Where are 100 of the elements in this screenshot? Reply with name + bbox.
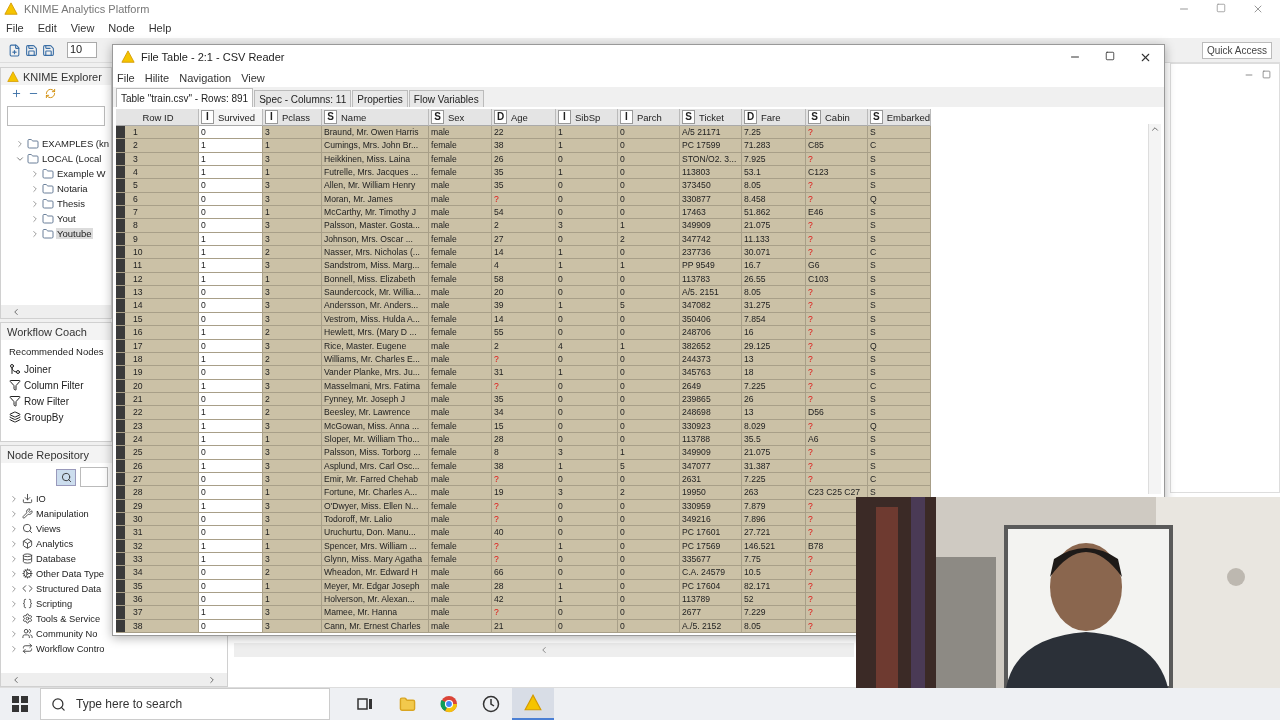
tab[interactable]: Table "train.csv" - Rows: 891 <box>116 88 254 107</box>
expand-chevron-icon[interactable] <box>9 583 19 594</box>
triangle-icon <box>524 694 542 712</box>
category-item[interactable]: Analytics <box>36 538 74 549</box>
maximize-icon[interactable] <box>1105 50 1115 61</box>
tree-item[interactable]: Example W <box>56 168 107 179</box>
column-header[interactable]: S Ticket <box>680 109 742 126</box>
expand-chevron-icon[interactable] <box>30 183 40 194</box>
scroll-up-icon[interactable] <box>1150 124 1160 134</box>
expand-chevron-icon[interactable] <box>9 568 19 579</box>
vertical-scrollbar[interactable] <box>1148 124 1161 494</box>
expand-chevron-icon[interactable] <box>9 493 19 504</box>
expand-chevron-icon[interactable] <box>30 213 40 224</box>
recommended-node[interactable]: Joiner <box>24 363 52 375</box>
expand-chevron-icon[interactable] <box>9 508 19 519</box>
save-icon[interactable] <box>42 43 55 57</box>
recommended-node[interactable]: GroupBy <box>24 411 64 423</box>
column-header[interactable]: Row ID <box>116 109 199 126</box>
table-cell: 0 <box>618 606 680 620</box>
maximize-icon[interactable] <box>1216 3 1226 13</box>
column-header[interactable]: S Sex <box>429 109 492 126</box>
row-marker <box>116 326 125 339</box>
expand-chevron-icon[interactable] <box>9 598 19 609</box>
column-header[interactable]: I Parch <box>618 109 680 126</box>
menu-item[interactable]: Navigation <box>179 72 232 84</box>
category-item[interactable]: Manipulation <box>36 508 89 519</box>
scroll-left-icon[interactable] <box>11 674 21 685</box>
expand-chevron-icon[interactable] <box>30 228 40 239</box>
tree-item[interactable]: Youtube <box>56 228 93 239</box>
row-id: 28 <box>132 486 143 499</box>
search-button[interactable] <box>56 468 76 486</box>
horizontal-scrollbar[interactable] <box>1 305 111 318</box>
category-item[interactable]: IO <box>36 493 46 504</box>
panel-title[interactable]: Node Repository <box>7 448 89 461</box>
category-item[interactable]: Community No <box>36 628 98 639</box>
search-field[interactable] <box>7 106 105 126</box>
expand-chevron-icon[interactable] <box>9 643 19 654</box>
maximize-icon[interactable] <box>1262 70 1271 79</box>
expand-chevron-icon[interactable] <box>9 553 19 564</box>
column-name: Survived <box>218 111 255 123</box>
expand-chevron-icon[interactable] <box>9 613 19 624</box>
expand-chevron-icon[interactable] <box>30 198 40 209</box>
tree-item[interactable]: EXAMPLES (kn <box>41 138 111 149</box>
category-item[interactable]: Scripting <box>36 598 73 609</box>
menu-item[interactable]: View <box>241 72 265 84</box>
table-cell: male <box>429 179 492 193</box>
refresh-icon[interactable] <box>45 88 56 99</box>
category-item[interactable]: Tools & Service <box>36 613 101 624</box>
menu-item[interactable]: Help <box>148 22 172 34</box>
zoom-field[interactable]: 10 <box>67 42 97 58</box>
scroll-left-icon[interactable] <box>539 645 549 655</box>
taskbar-search-field[interactable]: Type here to search <box>40 688 330 720</box>
expand-chevron-icon[interactable] <box>15 138 25 149</box>
tab[interactable]: Flow Variables <box>408 90 484 107</box>
expand-all-icon[interactable] <box>11 88 22 99</box>
expand-chevron-icon[interactable] <box>30 168 40 179</box>
tab[interactable]: Properties <box>352 90 408 107</box>
menu-item[interactable]: Node <box>108 22 135 34</box>
column-header[interactable]: D Fare <box>742 109 806 126</box>
category-item[interactable]: Workflow Contro <box>36 643 105 654</box>
tree-item[interactable]: Notaria <box>56 183 89 194</box>
new-file-icon[interactable] <box>8 43 21 57</box>
category-item[interactable]: Other Data Type <box>36 568 105 579</box>
tab[interactable]: Spec - Columns: 11 <box>254 90 352 107</box>
menu-item[interactable]: File <box>6 22 24 34</box>
tree-item[interactable]: LOCAL (Local <box>41 153 103 164</box>
column-header[interactable]: I SibSp <box>556 109 618 126</box>
table-cell: ? <box>806 286 868 300</box>
column-header[interactable]: S Embarked <box>868 109 931 126</box>
table-cell: 0 <box>199 566 263 580</box>
menu-item[interactable]: View <box>70 22 95 34</box>
horizontal-scrollbar[interactable] <box>234 643 854 657</box>
scroll-right-icon[interactable] <box>207 674 217 685</box>
recommended-node[interactable]: Row Filter <box>24 395 69 407</box>
tree-item[interactable]: Thesis <box>56 198 86 209</box>
column-header[interactable]: D Age <box>492 109 556 126</box>
category-item[interactable]: Database <box>36 553 76 564</box>
menu-item[interactable]: Hilite <box>144 72 170 84</box>
search-field[interactable] <box>80 467 108 487</box>
category-item[interactable]: Structured Data <box>36 583 102 594</box>
expand-chevron-icon[interactable] <box>9 628 19 639</box>
menu-item[interactable]: File <box>117 72 135 84</box>
tree-item[interactable]: Yout <box>56 213 77 224</box>
column-header[interactable]: S Name <box>322 109 429 126</box>
category-item[interactable]: Views <box>36 523 61 534</box>
horizontal-scrollbar[interactable] <box>1 673 227 686</box>
menu-item[interactable]: Edit <box>37 22 57 34</box>
scroll-left-icon[interactable] <box>11 306 21 317</box>
expand-chevron-icon[interactable] <box>9 538 19 549</box>
column-header[interactable]: I Pclass <box>263 109 322 126</box>
recommended-node[interactable]: Column Filter <box>24 379 84 391</box>
table-cell: A/5 21171 <box>680 126 742 140</box>
save-icon[interactable] <box>25 43 38 57</box>
column-header[interactable]: I Survived <box>199 109 263 126</box>
column-header[interactable]: S Cabin <box>806 109 868 126</box>
table-cell: Allen, Mr. William Henry <box>322 179 429 193</box>
table-cell: 35 <box>492 179 556 193</box>
quick-access-button[interactable]: Quick Access <box>1201 41 1272 59</box>
expand-chevron-icon[interactable] <box>9 523 19 534</box>
column-name: Sex <box>448 111 465 123</box>
